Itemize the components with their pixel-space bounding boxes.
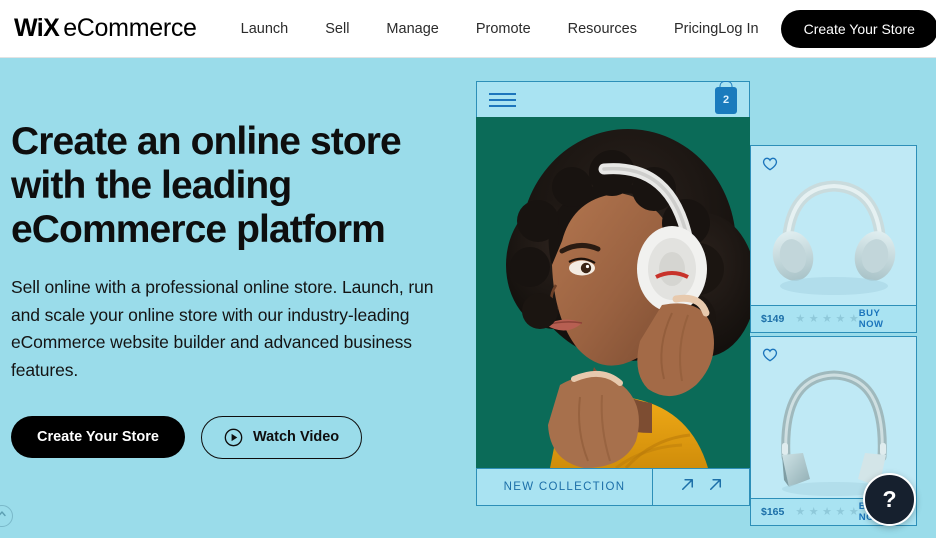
nav-item-sell[interactable]: Sell xyxy=(325,21,349,37)
main-navigation: Launch Sell Manage Promote Resources Pri… xyxy=(241,21,719,37)
site-header: WiX eCommerce Launch Sell Manage Promote… xyxy=(0,0,936,58)
hero-button-row: Create Your Store Watch Video xyxy=(11,415,461,459)
hero-subtext: Sell online with a professional online s… xyxy=(11,277,434,381)
hero-create-store-button[interactable]: Create Your Store xyxy=(11,416,185,459)
scroll-to-top-button[interactable] xyxy=(0,505,13,527)
star-icon: ★ xyxy=(808,312,819,325)
star-icon: ★ xyxy=(808,505,819,518)
chevron-up-icon xyxy=(0,507,8,525)
product-rating: ★ ★ ★ ★ ★ xyxy=(795,505,859,518)
help-button[interactable]: ? xyxy=(863,473,916,526)
star-icon: ★ xyxy=(822,312,832,325)
collection-arrows[interactable] xyxy=(653,469,749,505)
star-icon: ★ xyxy=(822,505,832,518)
product-footer: $149 ★ ★ ★ ★ ★ BUY NOW xyxy=(751,305,916,332)
heart-icon[interactable] xyxy=(762,347,778,367)
hero-content: Create an online store with the leading … xyxy=(11,120,461,459)
star-icon: ★ xyxy=(835,312,846,325)
logo-brand-text: WiX xyxy=(14,14,60,42)
log-in-link[interactable]: Log In xyxy=(718,21,758,37)
cart-count-badge: 2 xyxy=(722,94,730,106)
shopping-bag-icon[interactable]: 2 xyxy=(715,86,737,114)
watch-video-button[interactable]: Watch Video xyxy=(200,415,363,459)
star-icon: ★ xyxy=(795,505,806,518)
hero-headline: Create an online store with the leading … xyxy=(11,120,402,252)
buy-now-button[interactable]: BUY NOW xyxy=(859,308,906,330)
star-icon: ★ xyxy=(848,312,859,325)
arrow-up-right-icon-2[interactable] xyxy=(706,475,725,499)
product-card[interactable]: $149 ★ ★ ★ ★ ★ BUY NOW xyxy=(750,145,917,333)
nav-item-promote[interactable]: Promote xyxy=(476,21,531,37)
star-icon: ★ xyxy=(835,505,846,518)
product-rating: ★ ★ ★ ★ ★ xyxy=(795,312,859,325)
question-mark-icon: ? xyxy=(882,486,897,512)
arrow-up-right-icon[interactable] xyxy=(678,475,697,499)
new-collection-label: NEW COLLECTION xyxy=(477,469,653,505)
star-icon: ★ xyxy=(848,505,859,518)
new-collection-bar[interactable]: NEW COLLECTION xyxy=(476,468,750,506)
nav-item-manage[interactable]: Manage xyxy=(386,21,438,37)
header-create-store-button[interactable]: Create Your Store xyxy=(780,9,936,48)
store-hero-photo xyxy=(476,117,750,468)
hamburger-menu-icon[interactable] xyxy=(489,93,516,107)
page-root: WiX eCommerce Launch Sell Manage Promote… xyxy=(0,0,936,538)
star-icon: ★ xyxy=(795,312,806,325)
logo-product-text: eCommerce xyxy=(63,14,197,42)
product-image xyxy=(751,146,916,305)
header-actions: Log In Create Your Store xyxy=(718,9,936,48)
nav-item-resources[interactable]: Resources xyxy=(568,21,637,37)
store-mockup: 2 NEW COLLECTION $149 ★ ★ ★ ★ ★ BUY NOW … xyxy=(476,81,918,538)
nav-item-pricing[interactable]: Pricing xyxy=(674,21,718,37)
watch-video-label: Watch Video xyxy=(252,429,340,446)
nav-item-launch[interactable]: Launch xyxy=(241,21,289,37)
product-price: $165 xyxy=(761,506,785,518)
play-circle-icon xyxy=(224,428,243,447)
product-price: $149 xyxy=(761,313,785,325)
wix-logo[interactable]: WiX eCommerce xyxy=(14,14,197,43)
heart-icon[interactable] xyxy=(762,156,778,176)
store-topbar: 2 xyxy=(476,81,750,119)
